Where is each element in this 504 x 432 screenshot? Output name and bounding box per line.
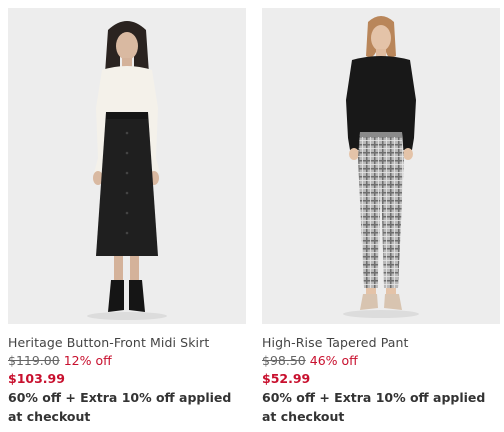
sale-price: $52.99 <box>262 371 311 386</box>
product-image[interactable] <box>262 8 500 324</box>
product-grid: Heritage Button-Front Midi Skirt $119.00… <box>0 0 504 432</box>
price-row: $119.00 12% off <box>8 352 246 370</box>
discount-percent: 12% off <box>63 353 112 368</box>
discount-percent: 46% off <box>309 353 358 368</box>
product-card[interactable]: Heritage Button-Front Midi Skirt $119.00… <box>8 8 246 426</box>
promo-text: 60% off + Extra 10% off applied at check… <box>262 390 486 424</box>
product-card[interactable]: High-Rise Tapered Pant $98.50 46% off $52… <box>262 8 500 426</box>
original-price: $98.50 <box>262 353 306 368</box>
product-image[interactable] <box>8 8 246 324</box>
product-name-link[interactable]: High-Rise Tapered Pant <box>262 334 500 352</box>
price-row: $98.50 46% off <box>262 352 500 370</box>
promo-text: 60% off + Extra 10% off applied at check… <box>8 390 232 424</box>
sale-price: $103.99 <box>8 371 65 386</box>
product-info: Heritage Button-Front Midi Skirt $119.00… <box>8 334 246 426</box>
product-info: High-Rise Tapered Pant $98.50 46% off $52… <box>262 334 500 426</box>
product-name-link[interactable]: Heritage Button-Front Midi Skirt <box>8 334 246 352</box>
original-price: $119.00 <box>8 353 60 368</box>
